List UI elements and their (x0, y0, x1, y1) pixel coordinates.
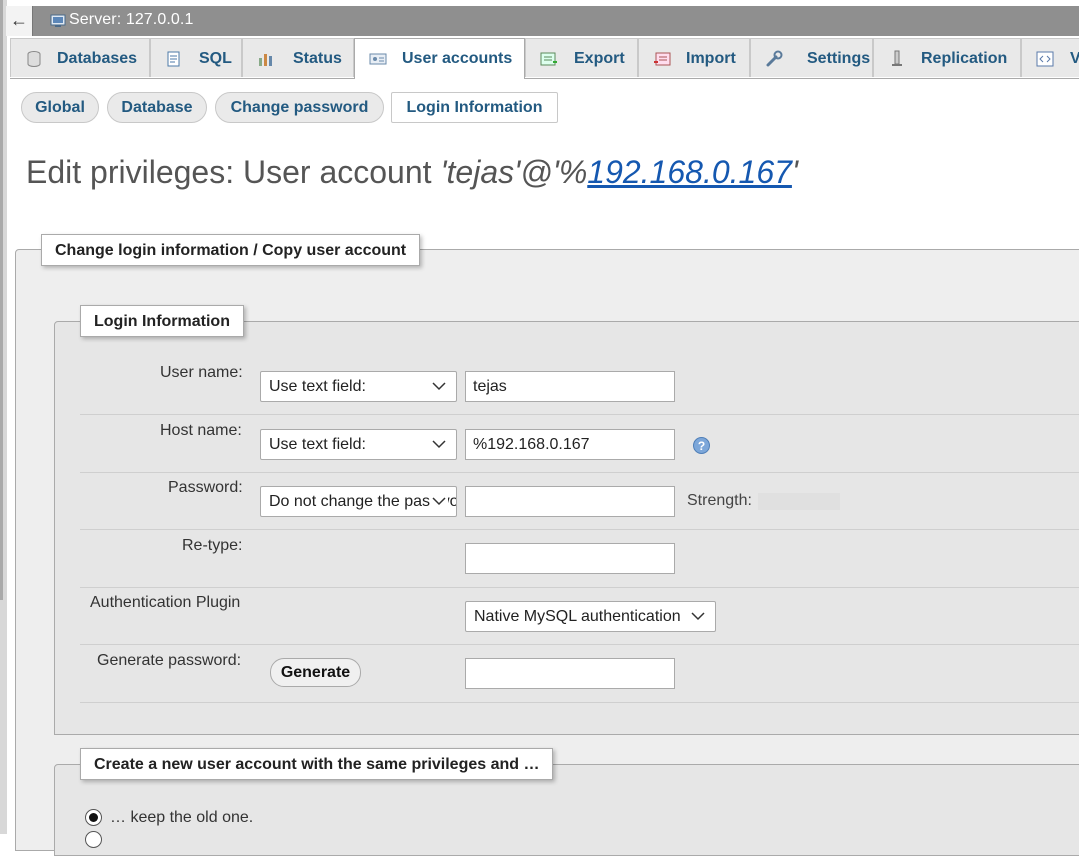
row-divider (80, 644, 1079, 645)
strength-label: Strength: (687, 492, 752, 509)
row-divider (80, 529, 1079, 530)
tab-export[interactable]: Export (525, 38, 638, 77)
row-divider (80, 414, 1079, 415)
password-label: Password: (168, 479, 243, 496)
generate-password-label: Generate password: (97, 652, 242, 669)
chevron-down-icon (430, 487, 448, 516)
variables-icon (1036, 51, 1054, 67)
back-arrow-button[interactable]: ← (6, 6, 33, 36)
tab-user-accounts[interactable]: User accounts (354, 38, 525, 79)
keep-old-label[interactable]: … keep the old one. (110, 809, 253, 827)
retype-label: Re-type: (182, 537, 243, 554)
strength-meter (758, 493, 840, 510)
chevron-down-icon (430, 430, 448, 459)
tab-import[interactable]: Import (638, 38, 750, 77)
tab-label: User accounts (402, 50, 513, 67)
row-divider (80, 702, 1079, 703)
tab-status[interactable]: Status (242, 38, 354, 77)
tab-label: Replication (921, 50, 1008, 67)
replication-icon (892, 50, 902, 66)
server-breadcrumb-bar: ← Server: 127.0.0.1 (6, 6, 1079, 36)
auth-plugin-select[interactable]: Native MySQL authentication (465, 601, 716, 632)
row-divider (80, 587, 1079, 588)
subtab-global[interactable]: Global (21, 92, 99, 123)
wrench-icon (766, 50, 783, 67)
host-name-input[interactable]: %192.168.0.167 (465, 429, 675, 460)
import-icon (654, 52, 671, 66)
generate-button[interactable]: Generate (270, 658, 361, 687)
password-select[interactable]: Do not change the password (260, 486, 457, 517)
subtab-change-password[interactable]: Change password (215, 92, 384, 123)
main-tabs: Databases SQL Status User accounts Expor… (10, 38, 1079, 79)
retype-password-input[interactable] (465, 543, 675, 574)
title-user: 'tejas'@'% (440, 154, 588, 190)
tab-databases[interactable]: Databases (10, 38, 150, 77)
generated-password-input[interactable] (465, 658, 675, 689)
tab-label: SQL (199, 50, 232, 67)
password-input[interactable] (465, 486, 675, 517)
keep-old-radio[interactable] (85, 809, 102, 826)
tab-label: Import (686, 50, 736, 67)
tab-label: Databases (57, 50, 138, 67)
export-icon (540, 52, 557, 66)
user-name-input[interactable]: tejas (465, 371, 675, 402)
login-information-legend: Login Information (80, 305, 244, 337)
title-suffix: ' (791, 154, 799, 190)
tab-sql[interactable]: SQL (150, 38, 242, 77)
server-label[interactable]: Server: 127.0.0.1 (69, 11, 193, 29)
host-name-select[interactable]: Use text field: (260, 429, 457, 460)
subtab-login-information[interactable]: Login Information (391, 92, 558, 123)
svg-text:?: ? (698, 439, 705, 453)
row-divider (80, 472, 1079, 473)
subtab-database[interactable]: Database (107, 92, 207, 123)
host-name-label: Host name: (160, 422, 242, 439)
page-title: Edit privileges: User account 'tejas'@'%… (26, 154, 798, 191)
user-name-select[interactable]: Use text field: (260, 371, 457, 402)
left-scroll-edge (0, 0, 3, 600)
database-icon (27, 51, 41, 67)
status-icon (259, 54, 272, 66)
title-prefix: Edit privileges: User account (26, 154, 441, 190)
host-link[interactable]: 192.168.0.167 (587, 154, 792, 190)
server-icon (50, 14, 66, 27)
copy-user-legend: Create a new user account with the same … (80, 748, 554, 780)
help-icon[interactable]: ? (693, 437, 710, 454)
user-name-label: User name: (160, 364, 243, 381)
change-login-legend: Change login information / Copy user acc… (41, 234, 421, 266)
tab-label: Status (293, 50, 342, 67)
auth-plugin-label: Authentication Plugin (90, 594, 241, 611)
tab-variables[interactable]: V (1021, 38, 1079, 77)
tab-label: Settings (807, 50, 871, 67)
tab-replication[interactable]: Replication (873, 38, 1021, 77)
sql-icon (167, 51, 180, 67)
tab-settings[interactable]: Settings (750, 38, 873, 77)
tab-label: Export (574, 50, 625, 67)
chevron-down-icon (430, 372, 448, 401)
chevron-down-icon (689, 602, 707, 631)
user-accounts-icon (369, 53, 387, 65)
tab-label: V (1070, 50, 1079, 67)
